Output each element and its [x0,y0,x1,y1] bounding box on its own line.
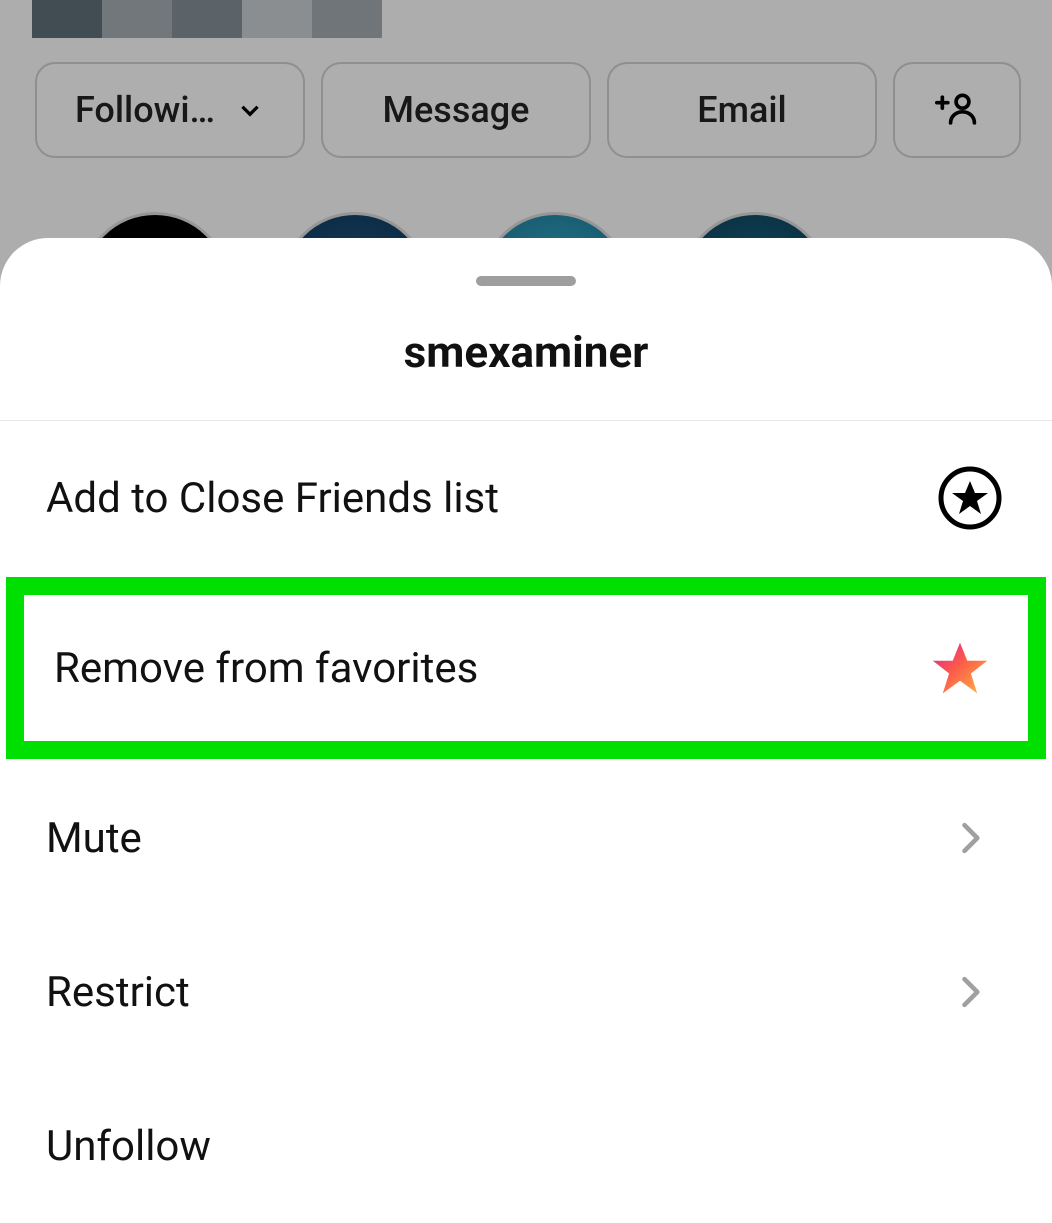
menu-label: Unfollow [46,1122,211,1171]
sheet-grabber[interactable] [476,276,576,286]
menu-label: Restrict [46,968,190,1017]
favorites-star-icon [928,636,992,700]
sheet-menu: Add to Close Friends list Remove from fa… [0,421,1052,1223]
menu-label: Add to Close Friends list [46,474,499,523]
menu-unfollow[interactable]: Unfollow [0,1069,1052,1223]
sheet-title: smexaminer [0,326,1052,421]
tutorial-highlight: Remove from favorites [6,577,1046,759]
close-friends-star-icon [938,466,1002,530]
following-options-sheet: smexaminer Add to Close Friends list Rem… [0,238,1052,1204]
menu-label: Remove from favorites [54,644,478,693]
chevron-right-icon [938,806,1002,870]
menu-mute[interactable]: Mute [0,761,1052,915]
menu-restrict[interactable]: Restrict [0,915,1052,1069]
chevron-right-icon [938,960,1002,1024]
menu-remove-favorites[interactable]: Remove from favorites [24,595,1028,741]
menu-close-friends[interactable]: Add to Close Friends list [0,421,1052,575]
menu-label: Mute [46,814,142,863]
